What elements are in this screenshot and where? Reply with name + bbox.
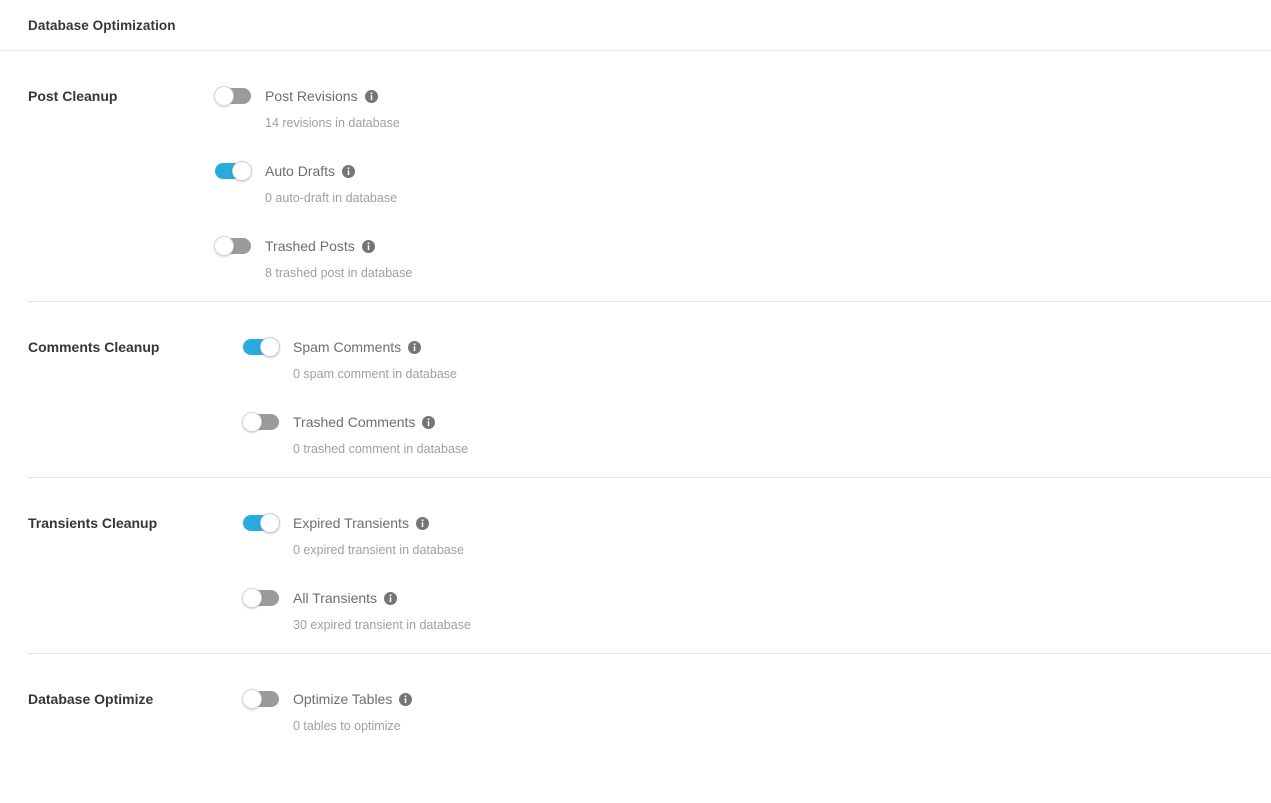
setting-label-text: Spam Comments <box>293 339 402 355</box>
info-icon[interactable] <box>415 516 429 530</box>
setting-label: Optimize Tables <box>293 689 413 709</box>
setting-label-text: Trashed Posts <box>265 238 355 254</box>
setting-row-main: Trashed Comments <box>242 412 1271 432</box>
setting-label: All Transients <box>293 588 398 608</box>
page-header: Database Optimization <box>0 0 1271 51</box>
toggle-optimize-tables[interactable] <box>242 689 279 709</box>
setting-row-2-0: Expired Transients 0 expired transient i… <box>243 513 1271 558</box>
setting-label-text: Auto Drafts <box>265 163 336 179</box>
setting-row-main: Expired Transients <box>243 513 1271 533</box>
settings-section-2: Transients Cleanup Expired Transients 0 … <box>28 477 1271 653</box>
page-title: Database Optimization <box>28 17 176 33</box>
section-label: Database Optimize <box>28 691 154 707</box>
toggle-knob <box>242 412 262 432</box>
info-icon[interactable] <box>399 692 413 706</box>
section-label: Comments Cleanup <box>28 339 160 355</box>
setting-row-main: Optimize Tables <box>242 689 1271 709</box>
setting-row-main: Trashed Posts <box>214 236 1271 256</box>
toggle-all-transients[interactable] <box>242 588 279 608</box>
setting-sublabel: 14 revisions in database <box>265 116 400 130</box>
settings-sections: Post Cleanup Post Revisions 14 revisions… <box>0 51 1271 754</box>
setting-sublabel: 0 expired transient in database <box>293 543 464 557</box>
info-icon[interactable] <box>342 164 356 178</box>
setting-row-0-1: Auto Drafts 0 auto-draft in database <box>215 161 1271 206</box>
setting-sublabel: 0 tables to optimize <box>293 719 401 733</box>
toggle-knob <box>214 86 234 106</box>
setting-row-3-0: Optimize Tables 0 tables to optimize <box>242 689 1271 734</box>
setting-sublabel: 30 expired transient in database <box>293 618 471 632</box>
section-label: Transients Cleanup <box>28 515 158 531</box>
setting-row-1-0: Spam Comments 0 spam comment in database <box>243 337 1271 382</box>
toggle-expired-transients[interactable] <box>243 513 280 533</box>
setting-label-text: Optimize Tables <box>293 691 393 707</box>
setting-row-main: Auto Drafts <box>215 161 1271 181</box>
toggle-auto-drafts[interactable] <box>215 161 252 181</box>
setting-label: Post Revisions <box>265 86 378 106</box>
setting-label: Trashed Posts <box>265 236 375 256</box>
info-icon[interactable] <box>408 340 422 354</box>
setting-label-text: All Transients <box>293 590 378 606</box>
setting-label-text: Post Revisions <box>265 88 358 104</box>
section-fields: Optimize Tables 0 tables to optimize <box>242 654 1271 754</box>
toggle-knob <box>242 689 262 709</box>
toggle-trashed-comments[interactable] <box>242 412 279 432</box>
section-label: Post Cleanup <box>28 88 118 104</box>
toggle-knob <box>214 236 234 256</box>
setting-row-2-1: All Transients 30 expired transient in d… <box>242 588 1271 633</box>
setting-sublabel: 8 trashed post in database <box>265 266 413 280</box>
setting-label: Auto Drafts <box>265 161 356 181</box>
toggle-trashed-posts[interactable] <box>214 236 251 256</box>
setting-row-main: Spam Comments <box>243 337 1271 357</box>
setting-row-main: All Transients <box>242 588 1271 608</box>
setting-row-main: Post Revisions <box>214 86 1271 106</box>
setting-label-text: Trashed Comments <box>293 414 416 430</box>
settings-section-0: Post Cleanup Post Revisions 14 revisions… <box>0 51 1271 301</box>
info-icon[interactable] <box>422 415 436 429</box>
toggle-post-revisions[interactable] <box>214 86 251 106</box>
info-icon[interactable] <box>364 89 378 103</box>
toggle-knob <box>260 513 280 533</box>
section-fields: Post Revisions 14 revisions in database … <box>214 51 1271 301</box>
settings-section-1: Comments Cleanup Spam Comments 0 spam co… <box>28 301 1271 477</box>
setting-sublabel: 0 auto-draft in database <box>265 191 398 205</box>
toggle-knob <box>260 337 280 357</box>
settings-section-3: Database Optimize Optimize Tables 0 tabl… <box>28 653 1271 754</box>
setting-row-1-1: Trashed Comments 0 trashed comment in da… <box>242 412 1271 457</box>
section-fields: Expired Transients 0 expired transient i… <box>242 478 1271 653</box>
setting-label-text: Expired Transients <box>293 515 409 531</box>
info-icon[interactable] <box>361 239 375 253</box>
info-icon[interactable] <box>384 591 398 605</box>
setting-row-0-2: Trashed Posts 8 trashed post in database <box>214 236 1271 281</box>
toggle-knob <box>232 161 252 181</box>
setting-sublabel: 0 trashed comment in database <box>293 442 469 456</box>
setting-label: Expired Transients <box>293 513 429 533</box>
setting-row-0-0: Post Revisions 14 revisions in database <box>214 86 1271 131</box>
setting-label: Spam Comments <box>293 337 422 357</box>
section-fields: Spam Comments 0 spam comment in database… <box>242 302 1271 477</box>
setting-label: Trashed Comments <box>293 412 436 432</box>
toggle-knob <box>242 588 262 608</box>
setting-sublabel: 0 spam comment in database <box>293 367 457 381</box>
toggle-spam-comments[interactable] <box>243 337 280 357</box>
